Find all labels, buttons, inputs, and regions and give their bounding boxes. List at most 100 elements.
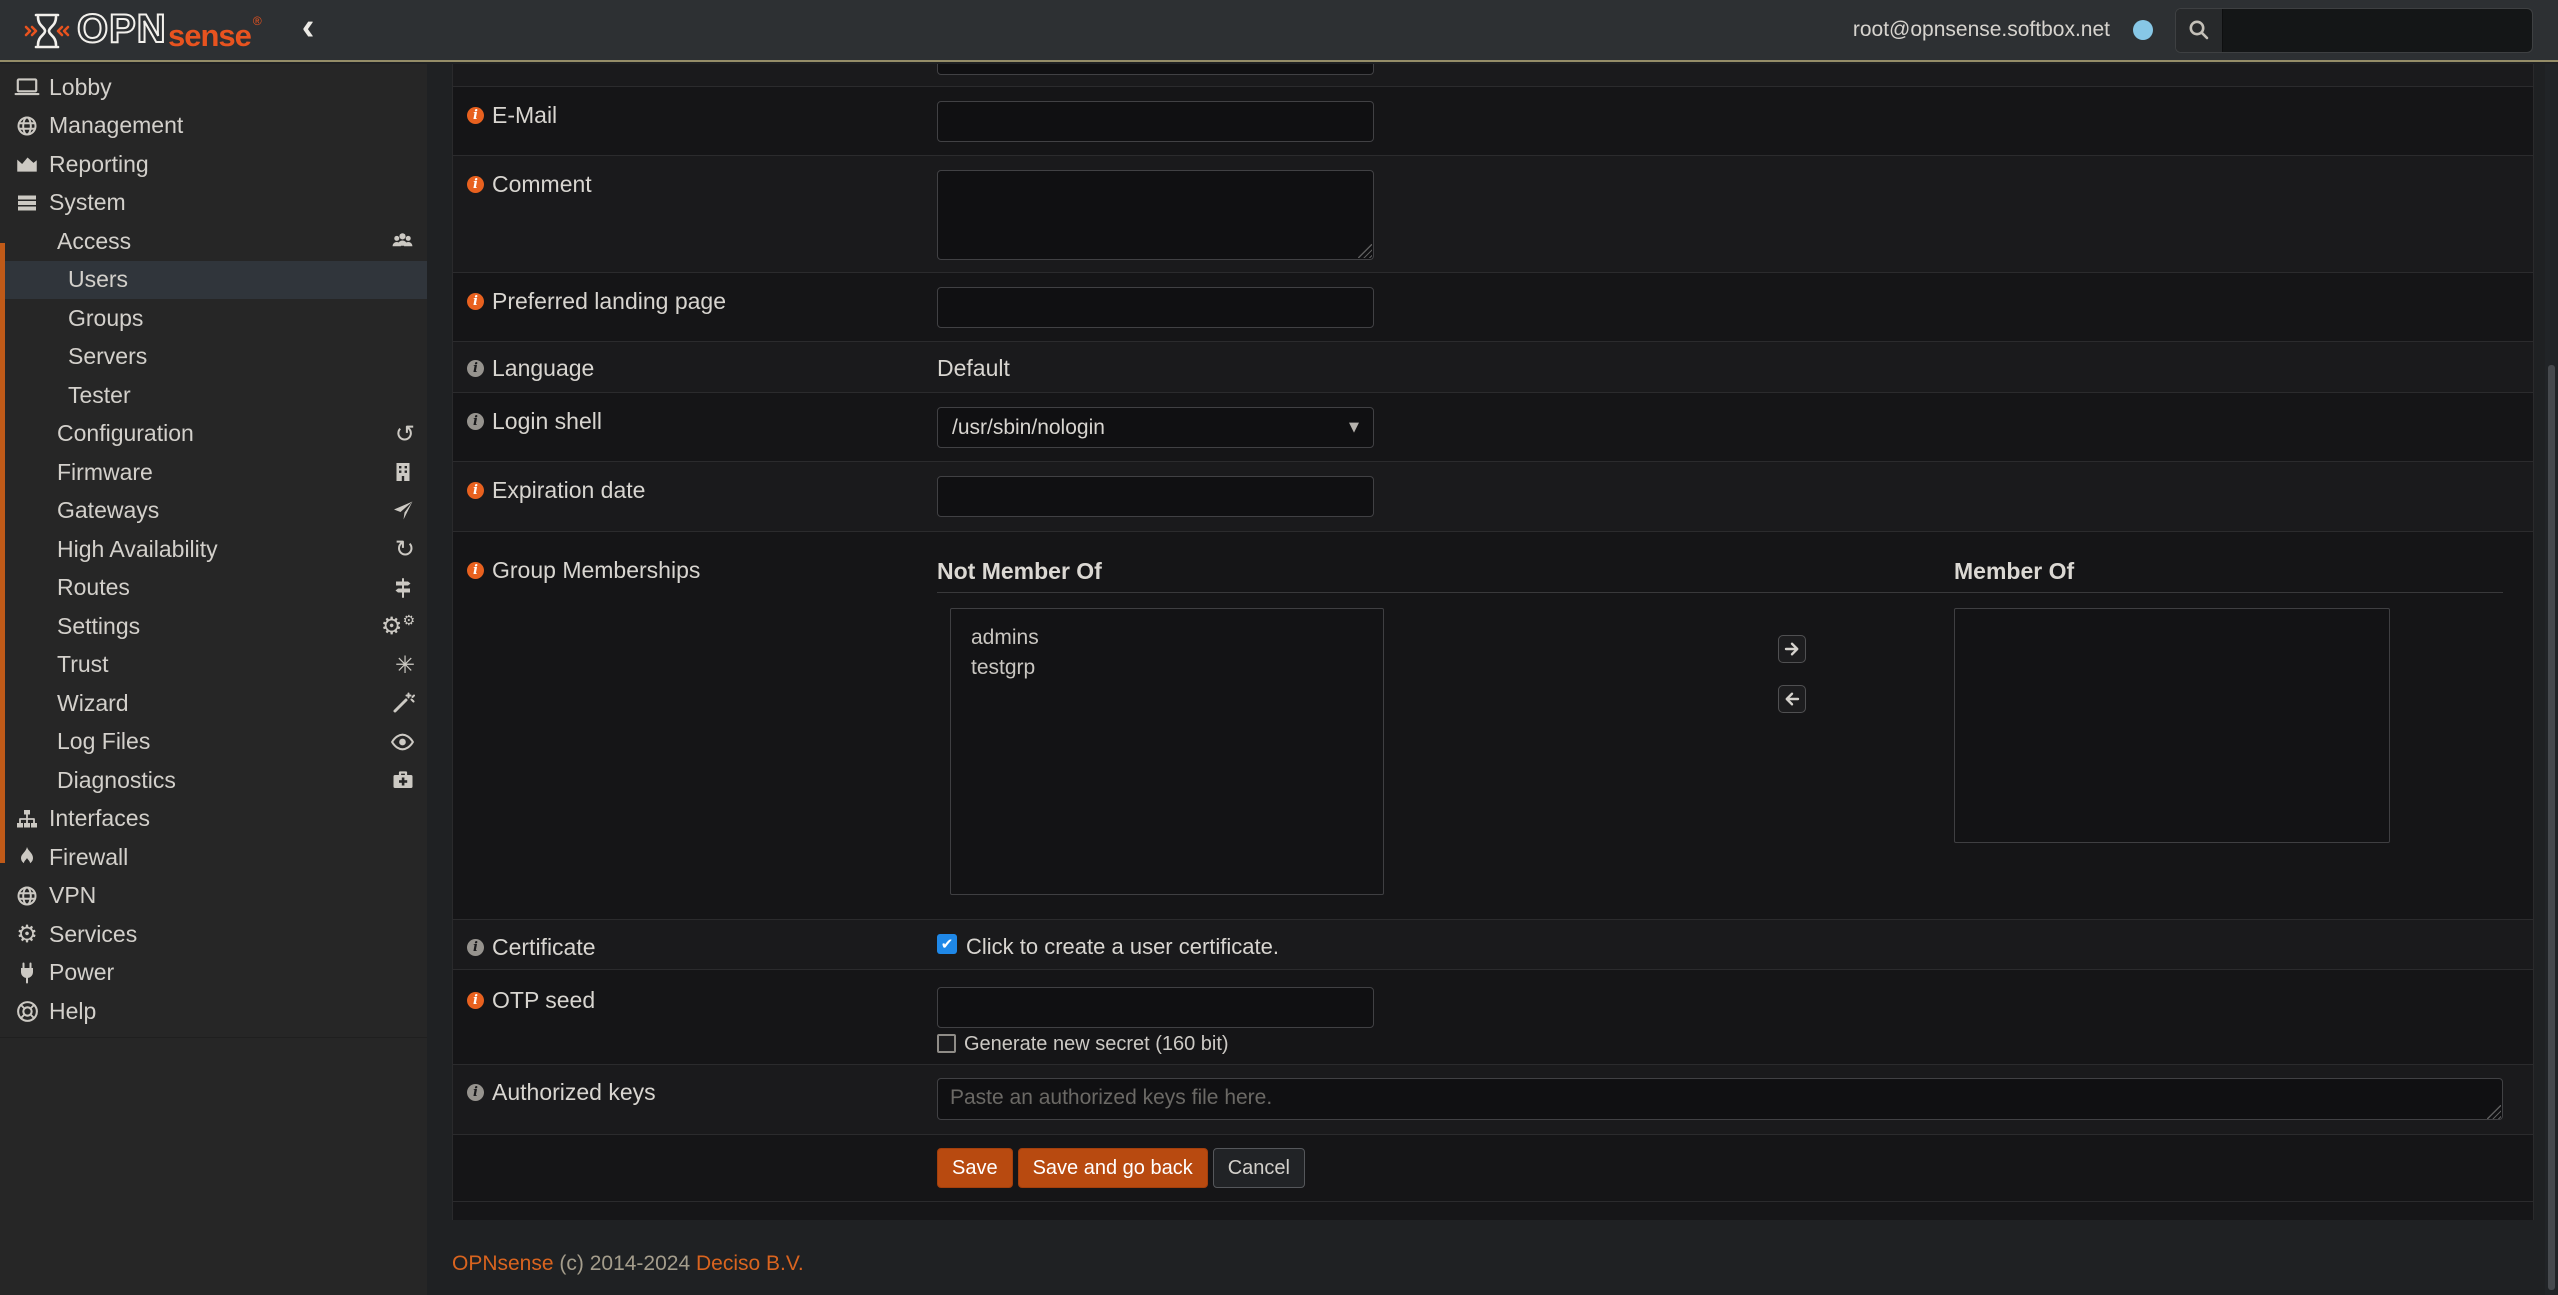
search-icon xyxy=(2176,9,2223,52)
sidebar-item-management[interactable]: Management xyxy=(0,107,427,146)
save-and-go-back-button[interactable]: Save and go back xyxy=(1018,1148,1208,1188)
sidebar-item-trust[interactable]: Trust ✳ xyxy=(0,646,427,685)
building-icon xyxy=(391,460,415,484)
laptop-icon xyxy=(12,74,42,100)
sidebar-item-groups[interactable]: Groups xyxy=(0,299,427,338)
plug-icon xyxy=(12,961,42,985)
sidebar-item-label: Users xyxy=(68,266,128,293)
generate-secret-checkbox[interactable] xyxy=(937,1034,956,1053)
group-option-testgrp[interactable]: testgrp xyxy=(951,653,1383,683)
sidebar-item-label: Access xyxy=(57,228,131,255)
info-icon[interactable]: i xyxy=(467,360,484,377)
sidebar-item-reporting[interactable]: Reporting xyxy=(0,145,427,184)
form-row-language: i Language Default xyxy=(453,342,2533,393)
gears-icon: ⚙⚙ xyxy=(381,614,415,638)
sidebar-item-interfaces[interactable]: Interfaces xyxy=(0,800,427,839)
form-row-email: i E-Mail xyxy=(453,87,2533,156)
save-button[interactable]: Save xyxy=(937,1148,1013,1188)
footer-brand-link[interactable]: OPNsense xyxy=(452,1252,554,1275)
logged-in-user[interactable]: root@opnsense.softbox.net xyxy=(1853,18,2110,42)
topbar-right: root@opnsense.softbox.net xyxy=(1853,8,2533,53)
wand-icon xyxy=(391,691,415,715)
sidebar-item-settings[interactable]: Settings ⚙⚙ xyxy=(0,607,427,646)
sidebar-item-label: VPN xyxy=(49,882,96,909)
footer-company-link[interactable]: Deciso B.V. xyxy=(696,1252,804,1275)
sidebar-item-label: Trust xyxy=(57,651,109,678)
sidebar-item-log-files[interactable]: Log Files xyxy=(0,723,427,762)
status-dot-icon[interactable] xyxy=(2133,20,2153,40)
arrow-right-icon xyxy=(1783,640,1801,658)
sidebar-item-vpn[interactable]: VPN xyxy=(0,877,427,916)
authorized-keys-field[interactable] xyxy=(937,1078,2503,1120)
search-input[interactable] xyxy=(2223,9,2532,52)
email-field[interactable] xyxy=(937,101,1374,142)
sidebar-item-diagnostics[interactable]: Diagnostics xyxy=(0,761,427,800)
scrollbar-track[interactable] xyxy=(2545,64,2558,1295)
group-memberships-divider xyxy=(937,592,2503,593)
sidebar-item-gateways[interactable]: Gateways xyxy=(0,492,427,531)
expiration-date-field[interactable] xyxy=(937,476,1374,517)
cancel-button[interactable]: Cancel xyxy=(1213,1148,1305,1188)
sidebar-item-routes[interactable]: Routes xyxy=(0,569,427,608)
footer-copyright: (c) 2014-2024 xyxy=(559,1252,696,1275)
sidebar-item-firmware[interactable]: Firmware xyxy=(0,453,427,492)
form-row-login-shell: i Login shell /usr/sbin/nologin ▼ xyxy=(453,393,2533,462)
info-icon[interactable]: i xyxy=(467,176,484,193)
signpost-icon xyxy=(391,576,415,600)
medkit-icon xyxy=(391,768,415,792)
eye-icon xyxy=(390,729,415,754)
sidebar-item-access[interactable]: Access xyxy=(0,222,427,261)
sidebar-item-label: Power xyxy=(49,959,114,986)
sidebar-item-label: Help xyxy=(49,998,96,1025)
field-label: Expiration date xyxy=(492,477,645,504)
sidebar-item-services[interactable]: ⚙ Services xyxy=(0,915,427,954)
sidebar-item-help[interactable]: Help xyxy=(0,992,427,1031)
comment-field[interactable] xyxy=(937,170,1374,260)
group-option-admins[interactable]: admins xyxy=(951,623,1383,653)
info-icon[interactable]: i xyxy=(467,413,484,430)
info-icon[interactable]: i xyxy=(467,482,484,499)
add-to-group-button[interactable] xyxy=(1778,635,1806,663)
member-of-listbox[interactable] xyxy=(1954,608,2390,843)
sidebar-item-configuration[interactable]: Configuration ↺ xyxy=(0,415,427,454)
sidebar-item-power[interactable]: Power xyxy=(0,954,427,993)
fire-icon xyxy=(12,845,42,869)
global-search xyxy=(2175,8,2533,53)
sidebar-item-tester[interactable]: Tester xyxy=(0,376,427,415)
sidebar-item-high-availability[interactable]: High Availability ↻ xyxy=(0,530,427,569)
opnsense-logo[interactable]: OPN sense ® xyxy=(24,6,262,54)
sidebar-item-system[interactable]: System xyxy=(0,184,427,223)
info-icon[interactable]: i xyxy=(467,1084,484,1101)
server-icon xyxy=(12,191,42,215)
otp-seed-field[interactable] xyxy=(937,987,1374,1028)
footer: OPNsense (c) 2014-2024 Deciso B.V. xyxy=(452,1252,804,1276)
info-icon[interactable]: i xyxy=(467,562,484,579)
partial-input-field[interactable] xyxy=(937,64,1374,75)
refresh-icon: ↻ xyxy=(395,537,415,561)
sidebar-item-label: Log Files xyxy=(57,728,150,755)
sidebar-item-label: Wizard xyxy=(57,690,129,717)
info-icon[interactable]: i xyxy=(467,939,484,956)
sidebar-item-wizard[interactable]: Wizard xyxy=(0,684,427,723)
info-icon[interactable]: i xyxy=(467,107,484,124)
sitemap-icon xyxy=(12,807,42,831)
remove-from-group-button[interactable] xyxy=(1778,685,1806,713)
certificate-checkbox[interactable]: ✔ xyxy=(937,934,957,954)
field-label: Login shell xyxy=(492,408,602,435)
sidebar-item-label: Lobby xyxy=(49,74,112,101)
sidebar-collapse-chevron-icon[interactable]: ‹ xyxy=(302,8,315,46)
form-row-comment: i Comment xyxy=(453,156,2533,273)
sidebar-item-servers[interactable]: Servers xyxy=(0,338,427,377)
sidebar-item-users[interactable]: Users xyxy=(0,261,427,300)
sidebar-item-firewall[interactable]: Firewall xyxy=(0,838,427,877)
sidebar-item-lobby[interactable]: Lobby xyxy=(0,68,427,107)
landing-page-field[interactable] xyxy=(937,287,1374,328)
sidebar-item-label: System xyxy=(49,189,126,216)
info-icon[interactable]: i xyxy=(467,992,484,1009)
login-shell-select[interactable]: /usr/sbin/nologin ▼ xyxy=(937,407,1374,448)
info-icon[interactable]: i xyxy=(467,293,484,310)
life-ring-icon xyxy=(12,999,42,1024)
send-icon xyxy=(391,499,415,523)
not-member-of-listbox[interactable]: adminstestgrp xyxy=(950,608,1384,895)
scrollbar-thumb[interactable] xyxy=(2548,365,2555,1290)
